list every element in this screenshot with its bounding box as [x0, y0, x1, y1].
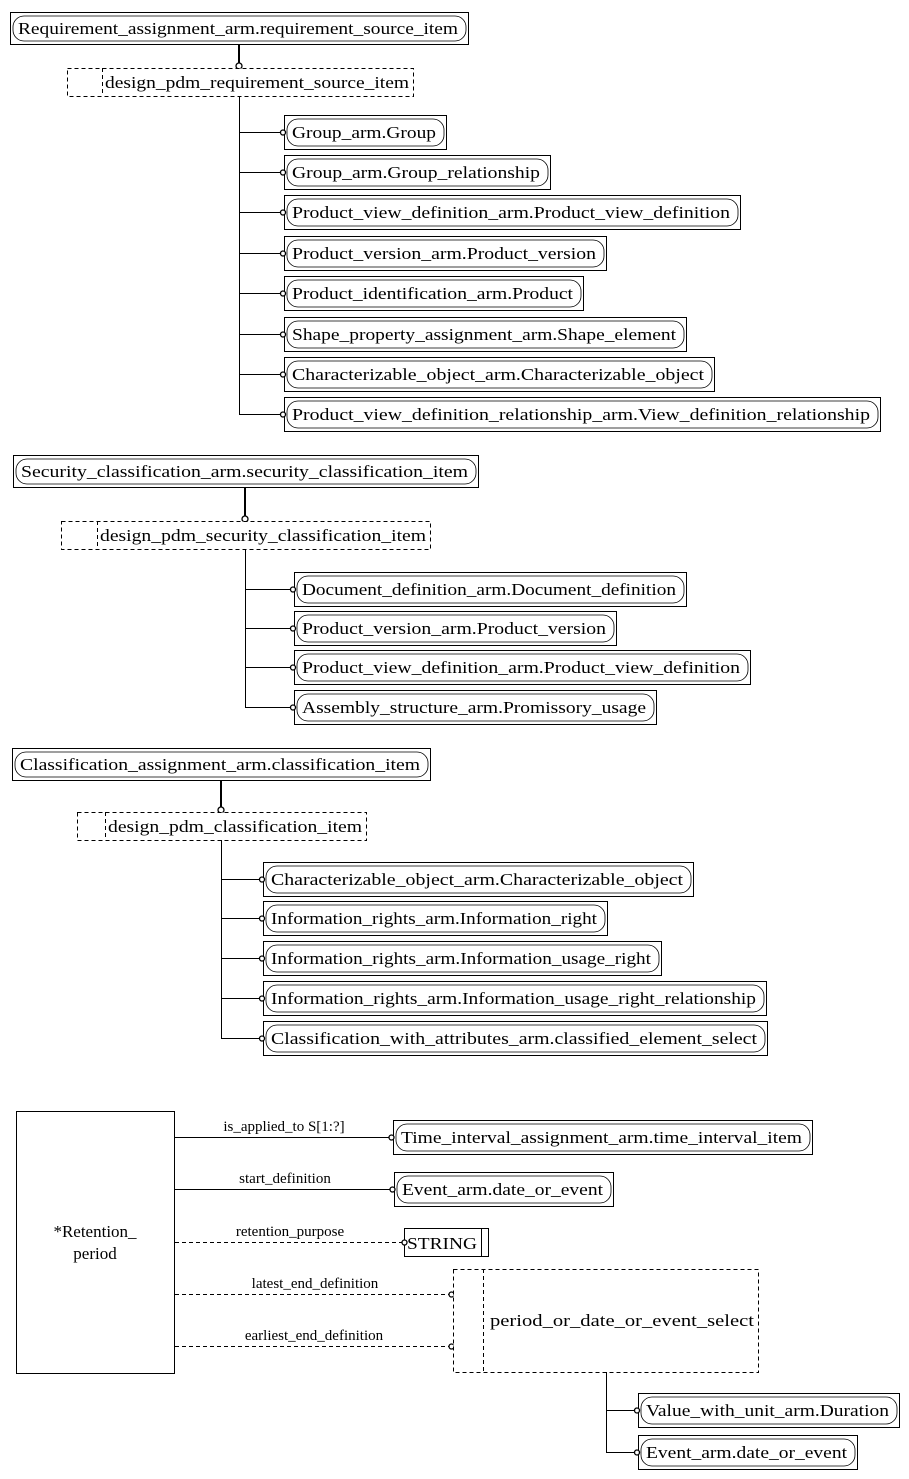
box-label: Product_view_definition_arm.Product_view…: [292, 203, 731, 222]
box-label: Product_view_definition_relationship_arm…: [292, 405, 870, 424]
select-type-box[interactable]: Security_classification_arm.security_cla…: [13, 455, 479, 488]
select-item-box[interactable]: Value_with_unit_arm.Duration: [638, 1393, 900, 1428]
select-item-box[interactable]: Product_version_arm.Product_version: [284, 236, 607, 271]
connector-circle-icon: [258, 915, 266, 922]
connector-circle-icon: [279, 129, 287, 136]
connector-circle-icon: [633, 1407, 641, 1414]
select-item-box[interactable]: Information_rights_arm.Information_right: [263, 901, 608, 936]
select-item-box[interactable]: Product_version_arm.Product_version: [294, 611, 617, 646]
select-item-box[interactable]: Product_view_definition_relationship_arm…: [284, 397, 881, 432]
select-item-box[interactable]: Shape_property_assignment_arm.Shape_elem…: [284, 317, 687, 352]
box-label: Group_arm.Group: [292, 123, 436, 142]
period-or-date-or-event-select-box[interactable]: period_or_date_or_event_select: [453, 1269, 759, 1373]
extension-select-box[interactable]: design_pdm_requirement_source_item: [67, 68, 414, 97]
attribute-target-box[interactable]: Time_interval_assignment_arm.time_interv…: [393, 1120, 813, 1155]
box-label: Classification_with_attributes_arm.class…: [271, 1029, 757, 1048]
attribute-name: start_definition: [239, 1171, 331, 1187]
connector-circle-icon: [289, 704, 297, 711]
express-g-diagram: Requirement_assignment_arm.requirement_s…: [10, 12, 900, 1470]
select-item-box[interactable]: Characterizable_object_arm.Characterizab…: [263, 862, 694, 897]
box-label: Event_arm.date_or_event: [646, 1443, 847, 1462]
select-item-box[interactable]: Classification_with_attributes_arm.class…: [263, 1021, 768, 1056]
connector-circle-icon: [289, 586, 297, 593]
box-label: Product_version_arm.Product_version: [302, 619, 607, 638]
connector-circle-icon: [388, 1134, 395, 1141]
select-type-box[interactable]: Classification_assignment_arm.classifica…: [12, 748, 431, 781]
select-item-box[interactable]: Product_view_definition_arm.Product_view…: [294, 650, 751, 685]
attribute-name: latest_end_definition: [252, 1276, 379, 1292]
box-label: Security_classification_arm.security_cla…: [21, 462, 468, 481]
entity-name: *Retention_: [53, 1222, 137, 1241]
select-label: design_pdm_classification_item: [108, 817, 362, 836]
box-label: Event_arm.date_or_event: [402, 1180, 603, 1199]
connector-circle-icon: [279, 411, 287, 418]
entity-box-retention-period[interactable]: [16, 1111, 175, 1374]
string-type-box[interactable]: STRING: [404, 1228, 489, 1257]
connector-circle-icon: [279, 331, 287, 338]
box-label: Characterizable_object_arm.Characterizab…: [292, 365, 704, 384]
select-label: design_pdm_requirement_source_item: [105, 73, 409, 92]
extension-select-box[interactable]: design_pdm_security_classification_item: [61, 521, 431, 550]
connector-circle-icon: [258, 955, 266, 962]
connector-circle-icon: [289, 664, 297, 671]
attribute-name: earliest_end_definition: [245, 1328, 384, 1344]
connector-circle-icon: [258, 876, 266, 883]
connector-circle-icon: [279, 371, 287, 378]
box-label: Group_arm.Group_relationship: [292, 163, 540, 182]
connector-circle-icon: [389, 1186, 396, 1193]
box-label: Product_identification_arm.Product: [292, 284, 573, 303]
select-item-box[interactable]: Information_rights_arm.Information_usage…: [263, 941, 662, 976]
select-item-box[interactable]: Group_arm.Group_relationship: [284, 155, 551, 190]
select-item-box[interactable]: Characterizable_object_arm.Characterizab…: [284, 357, 715, 392]
select-item-box[interactable]: Group_arm.Group: [284, 115, 447, 150]
box-label: Characterizable_object_arm.Characterizab…: [271, 870, 683, 889]
select-item-box[interactable]: Product_identification_arm.Product: [284, 276, 584, 311]
box-label: Product_version_arm.Product_version: [292, 244, 597, 263]
connector-circle-icon: [633, 1449, 641, 1456]
box-label: Product_view_definition_arm.Product_view…: [302, 658, 741, 677]
select-item-box[interactable]: Product_view_definition_arm.Product_view…: [284, 195, 741, 230]
connector-circle-icon: [289, 625, 297, 632]
attribute-name: retention_purpose: [236, 1224, 345, 1240]
connector-circle-icon: [258, 995, 266, 1002]
select-type-box[interactable]: Requirement_assignment_arm.requirement_s…: [10, 12, 469, 45]
extension-select-box[interactable]: design_pdm_classification_item: [77, 812, 367, 841]
select-label: period_or_date_or_event_select: [490, 1311, 754, 1330]
select-label: design_pdm_security_classification_item: [100, 526, 426, 545]
connector-circle-icon: [401, 1239, 408, 1246]
select-item-box[interactable]: Event_arm.date_or_event: [638, 1435, 858, 1470]
select-item-box[interactable]: Information_rights_arm.Information_usage…: [263, 981, 767, 1016]
box-label: Document_definition_arm.Document_definit…: [302, 580, 677, 599]
box-label: STRING: [407, 1234, 477, 1253]
box-label: Information_rights_arm.Information_usage…: [271, 989, 756, 1008]
connector-circle-icon: [258, 1035, 266, 1042]
attribute-name: is_applied_to S[1:?]: [223, 1119, 344, 1135]
connector-circle-icon: [279, 169, 287, 176]
box-label: Value_with_unit_arm.Duration: [646, 1401, 890, 1420]
attribute-target-box[interactable]: Event_arm.date_or_event: [394, 1172, 614, 1207]
box-label: Requirement_assignment_arm.requirement_s…: [18, 19, 458, 38]
box-label: Information_rights_arm.Information_right: [271, 909, 597, 928]
select-item-box[interactable]: Document_definition_arm.Document_definit…: [294, 572, 687, 607]
box-label: Time_interval_assignment_arm.time_interv…: [401, 1128, 802, 1147]
entity-name: period: [73, 1244, 117, 1263]
connector-circle-icon: [279, 290, 287, 297]
select-item-box[interactable]: Assembly_structure_arm.Promissory_usage: [294, 690, 657, 725]
connector-circle-icon: [279, 250, 287, 257]
connector-circle-icon: [279, 209, 287, 216]
box-label: Assembly_structure_arm.Promissory_usage: [302, 698, 646, 717]
box-label: Information_rights_arm.Information_usage…: [271, 949, 651, 968]
box-label: Shape_property_assignment_arm.Shape_elem…: [292, 325, 676, 344]
box-label: Classification_assignment_arm.classifica…: [20, 755, 420, 774]
